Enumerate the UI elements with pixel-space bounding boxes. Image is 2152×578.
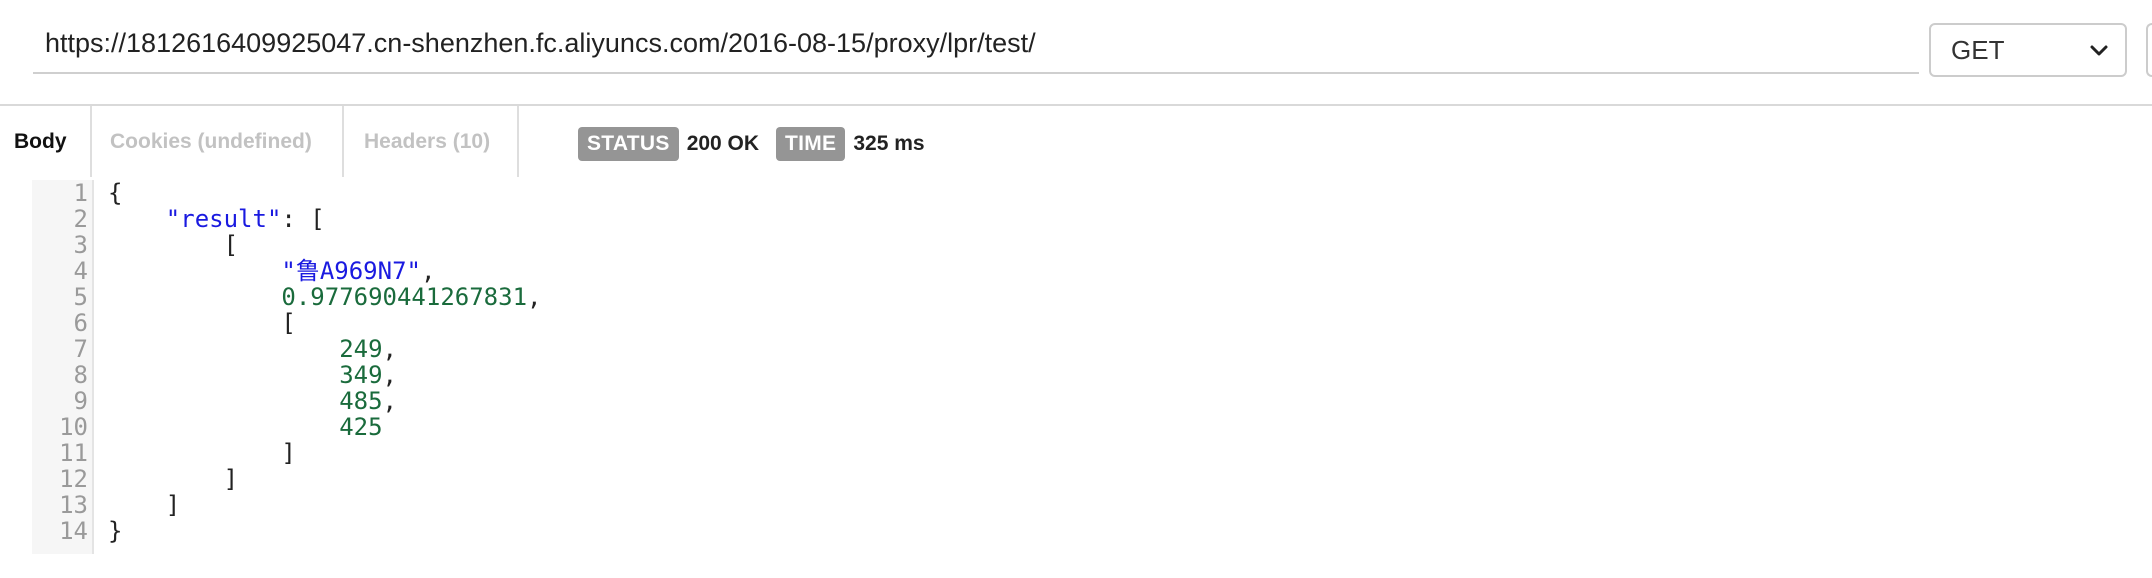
json-punctuation: , bbox=[420, 257, 436, 285]
json-punctuation bbox=[108, 387, 339, 415]
json-punctuation bbox=[108, 361, 339, 389]
json-punctuation: [ bbox=[108, 309, 296, 337]
json-punctuation bbox=[108, 257, 281, 285]
tab-body[interactable]: Body bbox=[0, 106, 92, 177]
line-number: 4 bbox=[73, 257, 88, 285]
line-number: 14 bbox=[59, 517, 88, 545]
toolbar-button-partial[interactable] bbox=[2146, 23, 2152, 77]
time-indicator: TIME 325 ms bbox=[776, 126, 925, 162]
line-number: 12 bbox=[59, 465, 88, 493]
code-line: } bbox=[108, 518, 122, 544]
code-line: "鲁A969N7", bbox=[108, 258, 435, 284]
code-line: ] bbox=[108, 492, 180, 518]
json-punctuation: [ bbox=[108, 231, 239, 259]
line-number: 7 bbox=[73, 335, 88, 363]
tab-headers[interactable]: Headers (10) bbox=[344, 106, 519, 177]
time-badge: TIME bbox=[776, 127, 846, 161]
line-number: 8 bbox=[73, 361, 88, 389]
line-number: 11 bbox=[59, 439, 88, 467]
time-value: 325 ms bbox=[853, 132, 925, 155]
code-line: { bbox=[108, 180, 122, 206]
json-punctuation: , bbox=[527, 283, 542, 311]
status-indicator: STATUS 200 OK bbox=[578, 126, 759, 162]
json-punctuation: ] bbox=[108, 491, 181, 519]
code-line: "result": [ bbox=[108, 206, 325, 232]
line-number: 1 bbox=[73, 179, 88, 207]
line-number: 9 bbox=[73, 387, 88, 415]
json-number: 249 bbox=[339, 335, 383, 363]
code-line: 0.977690441267831, bbox=[108, 284, 541, 310]
json-string: "result" bbox=[165, 205, 282, 233]
code-line: [ bbox=[108, 309, 296, 337]
json-punctuation: } bbox=[108, 517, 123, 545]
code-line: [ bbox=[108, 232, 238, 258]
tab-cookies[interactable]: Cookies (undefined) bbox=[92, 106, 344, 177]
code-line: ] bbox=[108, 466, 238, 492]
code-line: 425 bbox=[108, 413, 383, 441]
line-number: 10 bbox=[59, 413, 88, 441]
json-punctuation bbox=[108, 335, 339, 363]
code-line: 349, bbox=[108, 362, 397, 388]
status-badge: STATUS bbox=[578, 127, 679, 161]
json-number: 0.977690441267831 bbox=[281, 283, 528, 311]
code-line: ] bbox=[108, 439, 296, 467]
json-punctuation: ] bbox=[108, 439, 296, 467]
json-punctuation bbox=[108, 283, 281, 311]
status-value: 200 OK bbox=[686, 132, 760, 155]
method-select[interactable]: GET bbox=[1929, 23, 2127, 77]
json-punctuation: , bbox=[382, 361, 397, 389]
line-number: 3 bbox=[73, 231, 88, 259]
line-number: 13 bbox=[59, 491, 88, 519]
line-number: 5 bbox=[73, 283, 88, 311]
json-punctuation: { bbox=[108, 179, 123, 207]
json-number: 485 bbox=[339, 387, 383, 415]
chevron-down-icon bbox=[2090, 45, 2108, 56]
json-punctuation: , bbox=[382, 387, 397, 415]
url-input[interactable] bbox=[33, 14, 1919, 74]
json-number: 425 bbox=[339, 413, 383, 441]
code-line: 249, bbox=[108, 336, 397, 362]
line-number: 6 bbox=[73, 309, 88, 337]
code-line: 485, bbox=[108, 388, 397, 414]
response-tabs: Body Cookies (undefined) Headers (10) bbox=[0, 106, 519, 177]
request-bar: GET bbox=[0, 0, 2152, 106]
json-punctuation: ] bbox=[108, 465, 239, 493]
json-number: 349 bbox=[339, 361, 383, 389]
json-punctuation: , bbox=[382, 335, 397, 363]
json-punctuation bbox=[108, 205, 166, 233]
json-punctuation: : [ bbox=[281, 205, 325, 233]
method-select-value: GET bbox=[1951, 34, 2005, 65]
json-string: "鲁A969N7" bbox=[281, 257, 421, 285]
line-number: 2 bbox=[73, 205, 88, 233]
json-punctuation bbox=[108, 413, 339, 441]
response-body-viewer[interactable]: 1 2 3 4 5 6 7 8 9 10 11 12 13 14{ "result": [ [ "鲁A96… bbox=[32, 180, 1032, 554]
